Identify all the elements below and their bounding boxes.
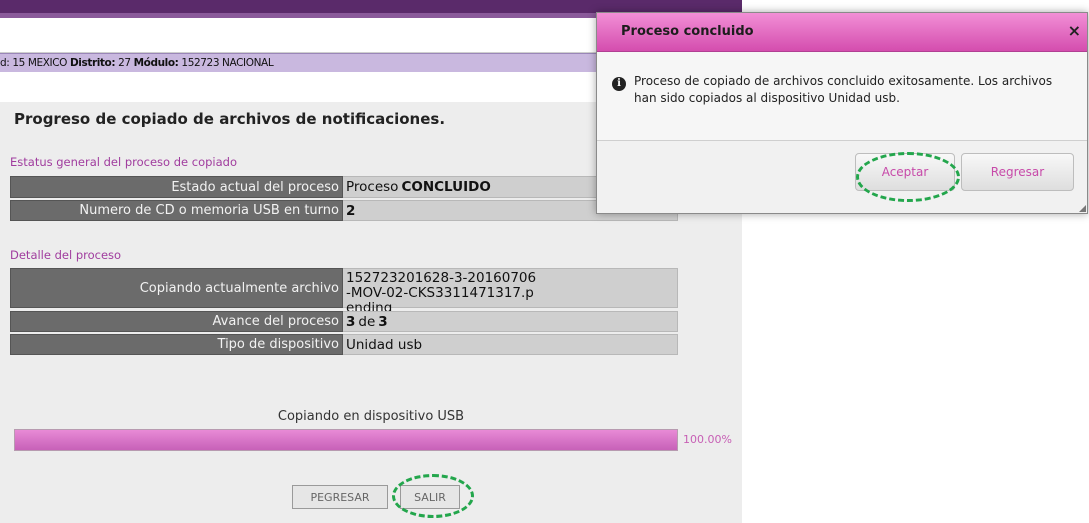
district-label: Distrito: [69, 57, 116, 69]
state-row: Estado actual del proceso Proceso CONCLUI… [10, 176, 678, 198]
file-value: 152723201628-3-20160706-MOV-02-CKS331147… [343, 268, 678, 316]
dialog-footer: Aceptar Regresar [597, 140, 1087, 213]
progress-percent: 100.00% [683, 433, 732, 446]
state-label: Estado actual del proceso [10, 176, 343, 198]
progress-caption: Copiando en dispositivo USB [277, 409, 465, 424]
progress-current: 3 [346, 313, 356, 330]
dialog-title: Proceso concluido [621, 24, 754, 39]
progress-bar [14, 429, 678, 451]
dialog-body: i Proceso de copiado de archivos conclui… [597, 52, 1087, 139]
module-label: Módulo: [133, 57, 179, 69]
cd-row: Numero de CD o memoria USB en turno 2 [10, 200, 678, 221]
state-info: d: 15 MEXICO [0, 57, 70, 69]
module-value: 152723 NACIONAL [178, 57, 274, 69]
file-row: Copiando actualmente archivo 15272320162… [10, 268, 678, 316]
district-value: 27 [115, 57, 134, 69]
resize-handle[interactable] [1079, 205, 1086, 212]
device-value: Unidad usb [343, 334, 678, 355]
state-prefix: Proceso [346, 179, 399, 195]
back-button[interactable]: PEGRESAR [292, 485, 388, 509]
general-status-section-label: Estatus general del proceso de copiado [10, 155, 238, 169]
cd-number: 2 [346, 202, 356, 219]
dialog-header: Proceso concluido × [597, 13, 1087, 52]
accept-button[interactable]: Aceptar [855, 153, 955, 191]
progress-row: Avance del proceso 3 de 3 [10, 311, 678, 332]
state-status: CONCLUIDO [401, 179, 491, 195]
close-icon[interactable]: × [1068, 23, 1081, 39]
detail-section-label: Detalle del proceso [10, 248, 122, 262]
cd-label: Numero de CD o memoria USB en turno [10, 200, 343, 221]
device-row: Tipo de dispositivo Unidad usb [10, 334, 678, 355]
dialog-message: Proceso de copiado de archivos concluido… [634, 74, 1053, 105]
progress-separator: de [358, 313, 376, 330]
exit-button[interactable]: SALIR [400, 485, 460, 509]
dialog-back-button[interactable]: Regresar [961, 153, 1074, 191]
progress-value: 3 de 3 [343, 311, 678, 332]
progress-label: Avance del proceso [10, 311, 343, 332]
progress-bar-fill [15, 430, 677, 450]
device-label: Tipo de dispositivo [10, 334, 343, 355]
progress-total: 3 [378, 313, 388, 330]
file-label: Copiando actualmente archivo [10, 268, 343, 308]
info-circle-icon: i [612, 77, 626, 91]
process-complete-dialog: Proceso concluido × i Proceso de copiado… [596, 12, 1088, 214]
page-title: Progreso de copiado de archivos de notif… [14, 110, 446, 128]
